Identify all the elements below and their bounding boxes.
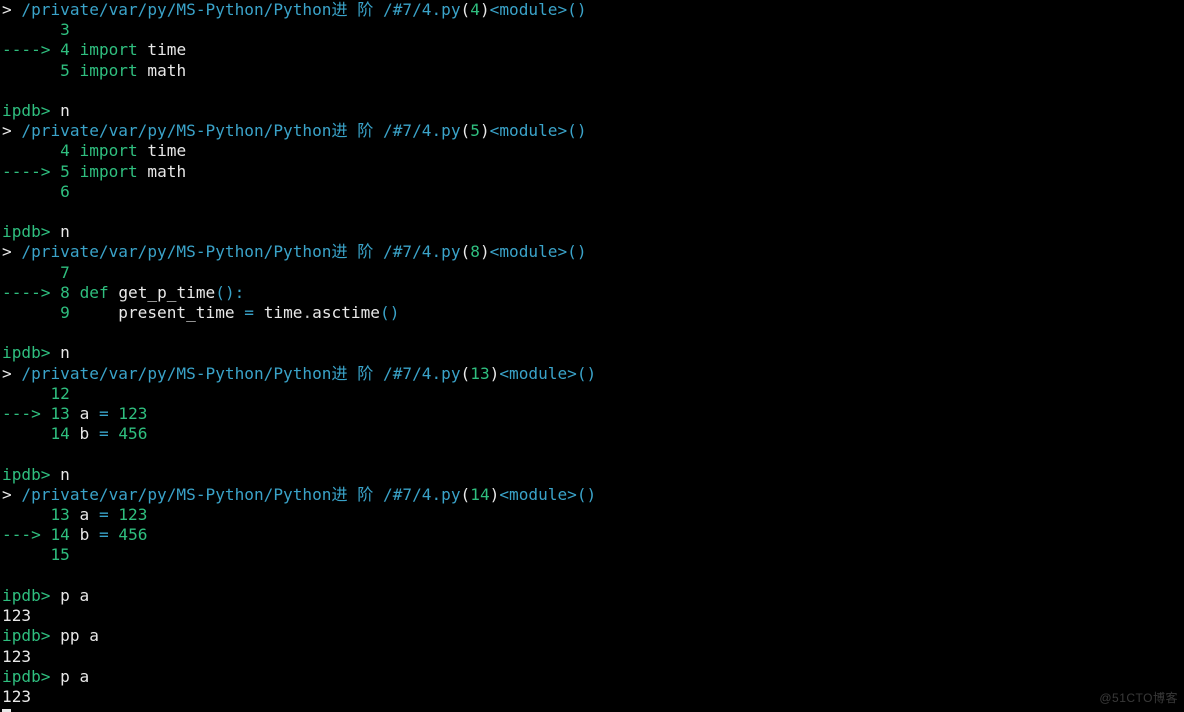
var-name: b [80, 424, 90, 443]
line-number: 4 [470, 0, 480, 19]
module-name: math [147, 61, 186, 80]
literal-int: 123 [118, 404, 147, 423]
line-number: 14 [470, 485, 489, 504]
module-tag: <module> [499, 364, 577, 383]
module-name: time [147, 141, 186, 160]
literal-int: 456 [118, 525, 147, 544]
call-parens: () [577, 485, 596, 504]
op-eq: = [244, 303, 254, 322]
location-marker: > [2, 0, 12, 19]
func-name: asctime [312, 303, 380, 322]
line-number: 8 [470, 242, 480, 261]
current-line-arrow: ---> [2, 525, 41, 544]
terminal-output: > /private/var/py/MS-Python/Python进 阶 /#… [0, 0, 1184, 712]
output-value: 123 [2, 687, 31, 706]
colon: : [235, 283, 245, 302]
ipdb-command: n [60, 222, 70, 241]
call-parens: () [567, 0, 586, 19]
var-name: present_time [118, 303, 234, 322]
keyword-import: import [80, 141, 138, 160]
gutter-lineno: 15 [50, 545, 69, 564]
gutter-lineno: 9 [60, 303, 70, 322]
ipdb-prompt[interactable]: ipdb> [2, 626, 50, 645]
call-parens: () [577, 364, 596, 383]
keyword-import: import [80, 162, 138, 181]
file-path: /private/var/py/MS-Python/Python进 阶 /#7/… [21, 242, 460, 261]
op-eq: = [99, 424, 109, 443]
gutter-lineno: 5 [60, 162, 70, 181]
gutter-lineno: 13 [50, 404, 69, 423]
gutter-lineno: 14 [50, 525, 69, 544]
keyword-import: import [80, 61, 138, 80]
keyword-def: def [80, 283, 109, 302]
location-marker: > [2, 121, 12, 140]
ipdb-command: p a [60, 667, 89, 686]
call-parens: () [567, 121, 586, 140]
ipdb-command: n [60, 101, 70, 120]
module-name: time [264, 303, 303, 322]
output-value: 123 [2, 647, 31, 666]
op-eq: = [99, 404, 109, 423]
gutter-lineno: 6 [60, 182, 70, 201]
module-tag: <module> [490, 242, 568, 261]
literal-int: 123 [118, 505, 147, 524]
func-name: get_p_time [118, 283, 215, 302]
file-path: /private/var/py/MS-Python/Python进 阶 /#7/… [21, 0, 460, 19]
gutter-lineno: 7 [60, 263, 70, 282]
module-tag: <module> [499, 485, 577, 504]
location-marker: > [2, 364, 12, 383]
file-path: /private/var/py/MS-Python/Python进 阶 /#7/… [21, 364, 460, 383]
ipdb-prompt[interactable]: ipdb> [2, 343, 50, 362]
location-marker: > [2, 485, 12, 504]
var-name: b [80, 525, 90, 544]
gutter-lineno: 5 [60, 61, 70, 80]
call-parens: () [567, 242, 586, 261]
gutter-lineno: 14 [50, 424, 69, 443]
ipdb-prompt[interactable]: ipdb> [2, 101, 50, 120]
paren-open: ( [380, 303, 390, 322]
ipdb-command: n [60, 343, 70, 362]
paren-close: ) [225, 283, 235, 302]
watermark-text: @51CTO博客 [1099, 689, 1178, 706]
location-marker: > [2, 242, 12, 261]
paren-close: ) [390, 303, 400, 322]
var-name: a [80, 505, 90, 524]
gutter-lineno: 3 [60, 20, 70, 39]
current-line-arrow: ----> [2, 283, 50, 302]
gutter-lineno: 4 [60, 141, 70, 160]
paren-open: ( [215, 283, 225, 302]
current-line-arrow: ----> [2, 162, 50, 181]
op-eq: = [99, 505, 109, 524]
output-value: 123 [2, 606, 31, 625]
module-tag: <module> [490, 0, 568, 19]
ipdb-command: pp a [60, 626, 99, 645]
ipdb-prompt[interactable]: ipdb> [2, 222, 50, 241]
ipdb-prompt[interactable]: ipdb> [2, 465, 50, 484]
ipdb-prompt[interactable]: ipdb> [2, 586, 50, 605]
file-path: /private/var/py/MS-Python/Python进 阶 /#7/… [21, 121, 460, 140]
gutter-lineno: 12 [50, 384, 69, 403]
keyword-import: import [80, 40, 138, 59]
var-name: a [80, 404, 90, 423]
line-number: 5 [470, 121, 480, 140]
module-name: math [147, 162, 186, 181]
current-line-arrow: ---> [2, 404, 41, 423]
gutter-lineno: 8 [60, 283, 70, 302]
ipdb-command: n [60, 465, 70, 484]
current-line-arrow: ----> [2, 40, 50, 59]
op-dot: . [302, 303, 312, 322]
module-name: time [147, 40, 186, 59]
file-path: /private/var/py/MS-Python/Python进 阶 /#7/… [21, 485, 460, 504]
module-tag: <module> [490, 121, 568, 140]
op-eq: = [99, 525, 109, 544]
literal-int: 456 [118, 424, 147, 443]
ipdb-command: p a [60, 586, 89, 605]
ipdb-prompt[interactable]: ipdb> [2, 667, 50, 686]
gutter-lineno: 4 [60, 40, 70, 59]
line-number: 13 [470, 364, 489, 383]
gutter-lineno: 13 [50, 505, 69, 524]
